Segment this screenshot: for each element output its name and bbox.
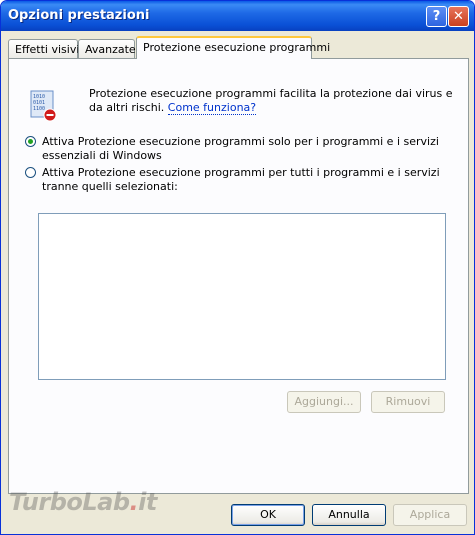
turbolab-watermark: TurboLab.it: [9, 488, 157, 516]
apply-button[interactable]: Applica: [393, 504, 467, 526]
close-button[interactable]: ✕: [448, 6, 469, 27]
radio-essential-only[interactable]: Attiva Protezione esecuzione programmi s…: [25, 135, 455, 163]
tab-panel: 1010 0101 1100 Protezione esecuzione pro…: [8, 58, 469, 494]
svg-text:1100: 1100: [33, 106, 45, 112]
radio-all-except-selected-label: Attiva Protezione esecuzione programmi p…: [42, 166, 440, 193]
tab-visual-effects[interactable]: Effetti visivi: [8, 39, 79, 58]
close-icon: ✕: [453, 9, 464, 24]
dep-shield-icon: 1010 0101 1100: [30, 90, 57, 122]
how-it-works-link[interactable]: Come funziona?: [167, 101, 257, 115]
remove-button[interactable]: Rimuovi: [371, 391, 445, 413]
tab-data-execution-prevention[interactable]: Protezione esecuzione programmi: [136, 36, 330, 59]
exceptions-listbox[interactable]: [38, 213, 446, 380]
watermark-suffix: it: [138, 488, 157, 516]
ok-button[interactable]: OK: [231, 504, 305, 526]
dep-description: Protezione esecuzione programmi facilita…: [89, 87, 459, 115]
title-bar[interactable]: Opzioni prestazioni ? ✕: [1, 1, 474, 31]
radio-button-unchecked[interactable]: [25, 167, 36, 178]
watermark-text: TurboLab: [9, 488, 130, 516]
help-button[interactable]: ?: [426, 6, 447, 27]
cancel-button[interactable]: Annulla: [312, 504, 386, 526]
tab-advanced[interactable]: Avanzate: [78, 39, 136, 58]
add-button[interactable]: Aggiungi...: [287, 391, 361, 413]
window-title: Opzioni prestazioni: [8, 8, 150, 23]
help-icon: ?: [432, 9, 441, 24]
description-text: Protezione esecuzione programmi facilita…: [89, 87, 453, 114]
radio-button-checked[interactable]: [25, 136, 36, 147]
watermark-dot: .: [129, 488, 139, 516]
radio-all-except-selected[interactable]: Attiva Protezione esecuzione programmi p…: [25, 166, 455, 194]
performance-options-dialog: Opzioni prestazioni ? ✕ Effetti visivi A…: [0, 0, 475, 535]
radio-essential-only-label: Attiva Protezione esecuzione programmi s…: [42, 135, 439, 162]
